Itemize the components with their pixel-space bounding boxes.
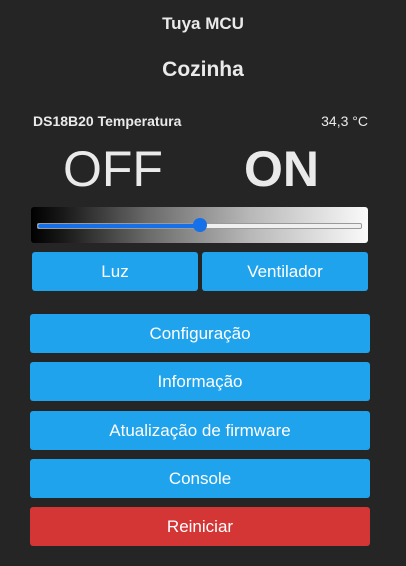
slider-fill [38, 224, 200, 228]
firmware-update-button[interactable]: Atualização de firmware [30, 411, 370, 450]
configuration-button[interactable]: Configuração [30, 314, 370, 353]
sensor-value: 34,3 °C [321, 113, 368, 129]
restart-button[interactable]: Reiniciar [30, 507, 370, 546]
sensor-row: DS18B20 Temperatura 34,3 °C [33, 113, 368, 129]
state-on: ON [244, 141, 319, 197]
app-title: Tuya MCU [162, 14, 244, 33]
information-button[interactable]: Informação [30, 362, 370, 401]
light-button[interactable]: Luz [32, 252, 198, 291]
state-row: OFF ON [30, 140, 368, 198]
fan-button[interactable]: Ventilador [202, 252, 368, 291]
device-name: Cozinha [162, 58, 244, 81]
slider-thumb[interactable] [192, 218, 207, 232]
console-button[interactable]: Console [30, 459, 370, 498]
state-off: OFF [63, 141, 163, 197]
sensor-label: DS18B20 Temperatura [33, 113, 182, 129]
dimmer-slider[interactable] [31, 207, 368, 243]
